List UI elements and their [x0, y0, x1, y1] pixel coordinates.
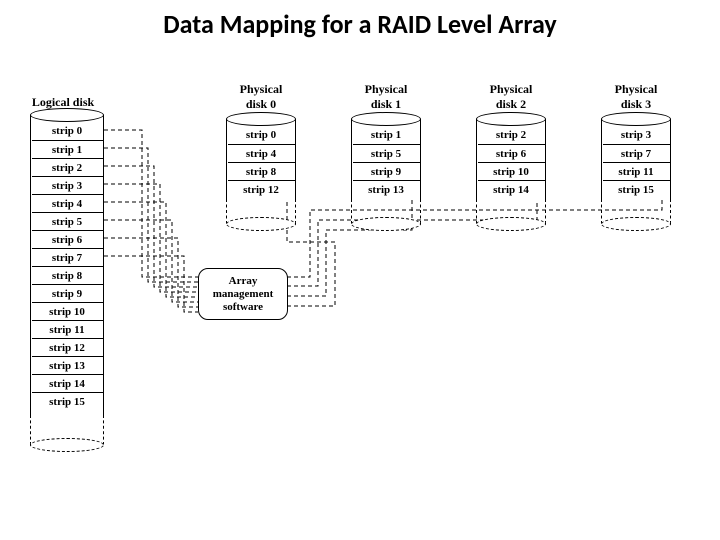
logical-strip: strip 2 — [32, 158, 103, 176]
disk-2-label: Physical disk 2 — [470, 82, 552, 112]
physical-strip: strip 15 — [603, 180, 670, 198]
logical-strip: strip 6 — [32, 230, 103, 248]
physical-strip: strip 6 — [478, 144, 545, 162]
logical-strip: strip 10 — [32, 302, 103, 320]
physical-strip: strip 5 — [353, 144, 420, 162]
logical-strip: strip 15 — [32, 392, 103, 410]
logical-strip: strip 4 — [32, 194, 103, 212]
logical-strip: strip 3 — [32, 176, 103, 194]
physical-strip: strip 7 — [603, 144, 670, 162]
physical-strip: strip 0 — [228, 126, 295, 144]
ams-text-line1: Array — [229, 275, 258, 287]
logical-strip: strip 14 — [32, 374, 103, 392]
logical-strip: strip 12 — [32, 338, 103, 356]
physical-strip: strip 13 — [353, 180, 420, 198]
physical-strip: strip 10 — [478, 162, 545, 180]
physical-strip: strip 3 — [603, 126, 670, 144]
physical-strip: strip 8 — [228, 162, 295, 180]
array-management-software: Array management software — [198, 268, 288, 320]
disk-3-label: Physical disk 3 — [595, 82, 677, 112]
logical-strip: strip 13 — [32, 356, 103, 374]
ams-text-line2: management — [213, 288, 274, 300]
logical-strip: strip 8 — [32, 266, 103, 284]
physical-strip: strip 14 — [478, 180, 545, 198]
logical-strip: strip 7 — [32, 248, 103, 266]
page-title: Data Mapping for a RAID Level Array — [0, 0, 720, 40]
physical-strip: strip 11 — [603, 162, 670, 180]
physical-strip: strip 4 — [228, 144, 295, 162]
disk-1-label: Physical disk 1 — [345, 82, 427, 112]
physical-strip: strip 1 — [353, 126, 420, 144]
disk-0-label: Physical disk 0 — [220, 82, 302, 112]
logical-strip: strip 0 — [32, 122, 103, 140]
mapping-lines — [0, 0, 720, 540]
ams-text-line3: software — [223, 301, 263, 313]
logical-strip: strip 11 — [32, 320, 103, 338]
logical-strip: strip 5 — [32, 212, 103, 230]
physical-strip: strip 12 — [228, 180, 295, 198]
physical-strip: strip 2 — [478, 126, 545, 144]
logical-strip: strip 9 — [32, 284, 103, 302]
physical-strip: strip 9 — [353, 162, 420, 180]
logical-strip: strip 1 — [32, 140, 103, 158]
